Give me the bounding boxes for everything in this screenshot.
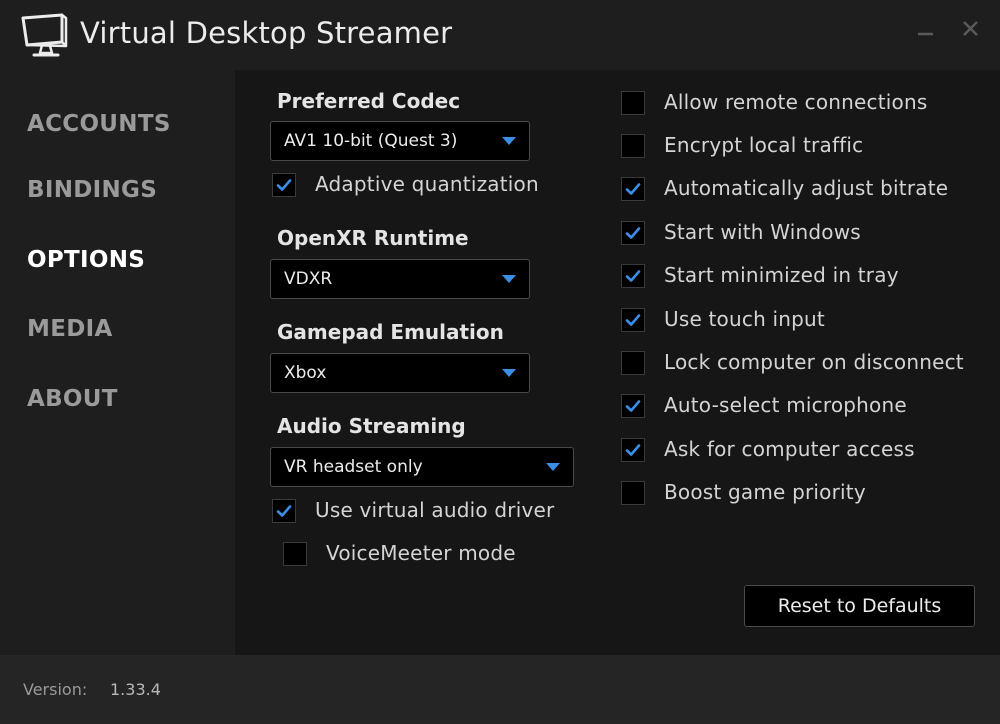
sidebar-item-accounts[interactable]: ACCOUNTS	[27, 111, 171, 137]
checkbox-box	[621, 221, 645, 245]
sidebar-item-media[interactable]: MEDIA	[27, 316, 113, 342]
app-title: Virtual Desktop Streamer	[80, 16, 453, 50]
checkmark-icon	[276, 179, 292, 191]
checkbox-box	[621, 177, 645, 201]
checkmark-icon	[625, 314, 641, 326]
checkbox-label: Automatically adjust bitrate	[664, 176, 949, 200]
checkbox-box	[272, 173, 296, 197]
options-panel: Preferred Codec AV1 10-bit (Quest 3) Ada…	[235, 70, 1000, 655]
checkbox-box	[621, 134, 645, 158]
minimize-button[interactable]	[911, 14, 941, 44]
version-value: 1.33.4	[110, 680, 161, 699]
checkbox-box	[621, 351, 645, 375]
title-bar: Virtual Desktop Streamer	[0, 0, 1000, 70]
close-button[interactable]	[956, 14, 986, 44]
checkbox-label: Boost game priority	[664, 480, 866, 504]
sidebar-item-bindings[interactable]: BINDINGS	[27, 177, 157, 203]
openxr-select[interactable]: VDXR	[270, 259, 530, 299]
chevron-down-icon	[502, 275, 516, 283]
version-label: Version:	[23, 680, 88, 699]
audio-streaming-select[interactable]: VR headset only	[270, 447, 574, 487]
checkbox-label: Encrypt local traffic	[664, 133, 864, 157]
codec-label: Preferred Codec	[277, 89, 461, 113]
checkmark-icon	[625, 227, 641, 239]
checkbox-label: Lock computer on disconnect	[664, 350, 964, 374]
checkmark-icon	[625, 183, 641, 195]
minimize-icon	[918, 32, 933, 36]
checkbox-box	[621, 394, 645, 418]
codec-select[interactable]: AV1 10-bit (Quest 3)	[270, 121, 530, 161]
checkbox-box	[621, 438, 645, 462]
checkmark-icon	[625, 444, 641, 456]
close-icon	[963, 21, 978, 36]
checkbox-label: Ask for computer access	[664, 437, 915, 461]
checkbox-box	[621, 481, 645, 505]
gamepad-select[interactable]: Xbox	[270, 353, 530, 393]
chevron-down-icon	[502, 137, 516, 145]
openxr-value: VDXR	[284, 269, 333, 289]
checkmark-icon	[625, 400, 641, 412]
sidebar-item-about[interactable]: ABOUT	[27, 386, 118, 412]
codec-value: AV1 10-bit (Quest 3)	[284, 131, 458, 151]
checkbox-label: Adaptive quantization	[315, 172, 539, 196]
checkmark-icon	[625, 270, 641, 282]
chevron-down-icon	[502, 369, 516, 377]
checkbox-label: Start with Windows	[664, 220, 861, 244]
checkbox-label: Auto-select microphone	[664, 393, 907, 417]
checkbox-box	[621, 308, 645, 332]
audio-streaming-value: VR headset only	[284, 457, 423, 477]
checkbox-label: Start minimized in tray	[664, 263, 899, 287]
sidebar: ACCOUNTS BINDINGS OPTIONS MEDIA ABOUT	[0, 70, 235, 655]
checkbox-label: VoiceMeeter mode	[326, 541, 516, 565]
checkmark-icon	[276, 505, 292, 517]
audio-streaming-label: Audio Streaming	[277, 414, 466, 438]
reset-defaults-button[interactable]: Reset to Defaults	[744, 585, 975, 627]
checkbox-label: Use virtual audio driver	[315, 498, 555, 522]
chevron-down-icon	[546, 463, 560, 471]
checkbox-box	[621, 91, 645, 115]
checkbox-label: Use touch input	[664, 307, 825, 331]
openxr-label: OpenXR Runtime	[277, 226, 469, 250]
checkbox-box	[283, 542, 307, 566]
gamepad-value: Xbox	[284, 363, 327, 383]
gamepad-label: Gamepad Emulation	[277, 320, 504, 344]
checkbox-label: Allow remote connections	[664, 90, 928, 114]
sidebar-item-options[interactable]: OPTIONS	[27, 247, 145, 273]
monitor-icon	[21, 13, 68, 57]
checkbox-box	[272, 499, 296, 523]
footer: Version: 1.33.4	[0, 655, 1000, 724]
checkbox-box	[621, 264, 645, 288]
